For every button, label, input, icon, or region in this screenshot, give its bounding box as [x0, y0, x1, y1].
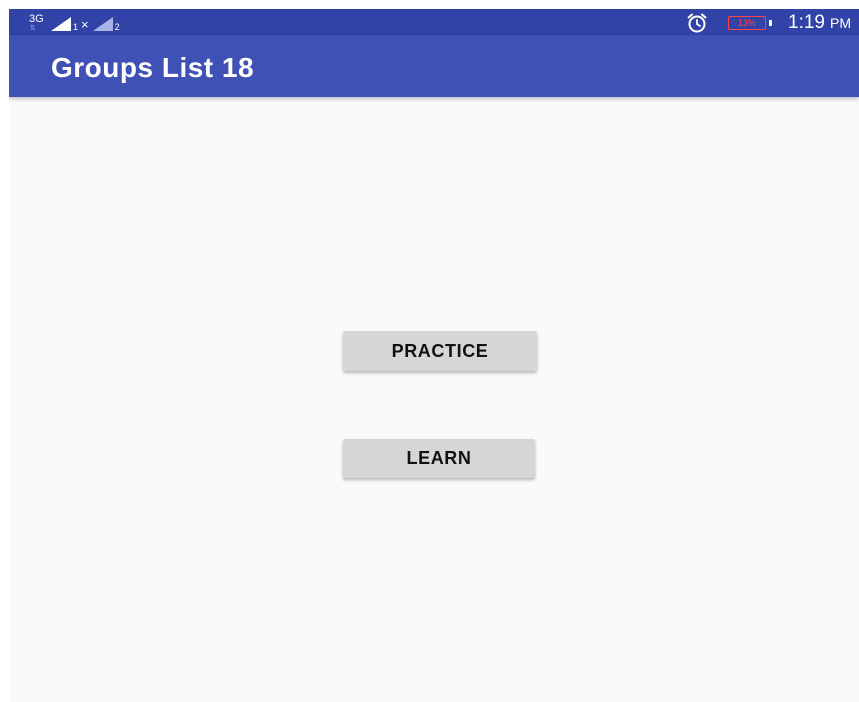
data-activity-icon: ⇅: [30, 25, 37, 32]
battery-percent: 13%: [738, 18, 757, 28]
learn-button[interactable]: LEARN: [343, 439, 535, 478]
clock-ampm: PM: [830, 15, 851, 31]
clock-time: 1:19: [788, 12, 825, 33]
alarm-icon: [687, 13, 707, 33]
status-bar-right: 13% 1:19 PM: [686, 12, 851, 34]
app-bar: Groups List 18: [9, 35, 859, 97]
sim1-label: 1: [73, 22, 79, 32]
sim2-signal-icon: [92, 17, 113, 31]
status-bar-left: 3G ⇅ 1 × 2: [29, 13, 120, 33]
sim1-signal-icon: [51, 17, 71, 31]
battery-nub: [769, 20, 773, 26]
app-screen: 3G ⇅ 1 × 2 13% 1:19 PM Groups List 18 PR…: [9, 9, 859, 702]
battery-icon: 13%: [728, 16, 767, 30]
sim2-label: 2: [114, 22, 120, 32]
practice-button[interactable]: PRACTICE: [343, 331, 537, 371]
network-type-indicator: 3G ⇅: [29, 13, 47, 33]
page-title: Groups List 18: [51, 52, 255, 83]
status-bar: 3G ⇅ 1 × 2 13% 1:19 PM: [9, 9, 859, 35]
sim1-roaming-icon: ×: [81, 17, 89, 32]
